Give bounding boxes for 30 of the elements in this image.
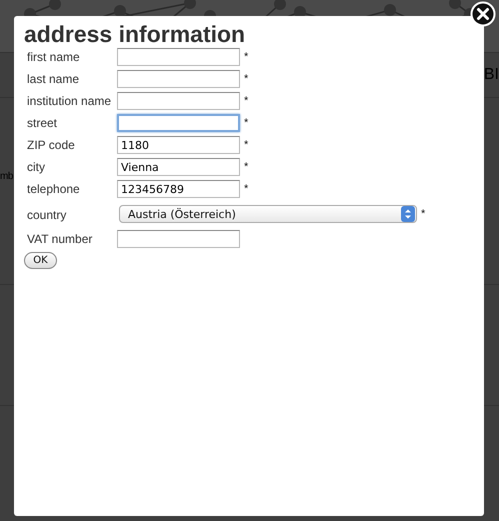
field-label: country — [27, 207, 68, 224]
required-mark: * — [244, 161, 248, 173]
required-mark: * — [244, 117, 248, 129]
text-field[interactable] — [117, 48, 240, 66]
text-field[interactable]: Vienna — [117, 158, 240, 176]
field-label: ZIP code — [27, 137, 76, 154]
required-mark: * — [244, 73, 248, 85]
field-label: city — [27, 159, 46, 176]
field-label: institution name — [27, 93, 112, 110]
text-field[interactable] — [117, 114, 240, 132]
page-text: mb — [0, 171, 13, 182]
text-field[interactable] — [117, 230, 240, 248]
field-label: VAT number — [27, 231, 94, 248]
required-mark: * — [244, 95, 248, 107]
ok-button[interactable]: OK — [24, 252, 57, 269]
stepper-icon — [401, 206, 415, 222]
text-field[interactable]: 1180 — [117, 136, 240, 154]
text-field[interactable] — [117, 92, 240, 110]
text-field[interactable]: 123456789 — [117, 180, 240, 198]
required-mark: * — [421, 208, 426, 220]
field-label: first name — [27, 49, 81, 66]
required-mark: * — [244, 139, 248, 151]
field-label: street — [27, 115, 58, 132]
field-label: telephone — [27, 181, 81, 198]
text-field[interactable] — [117, 70, 240, 88]
dialog-title: address information — [24, 21, 246, 47]
required-mark: * — [244, 183, 248, 195]
required-mark: * — [244, 51, 248, 63]
field-label: last name — [27, 71, 80, 88]
country-dropdown[interactable]: Austria (Österreich) — [119, 205, 417, 223]
